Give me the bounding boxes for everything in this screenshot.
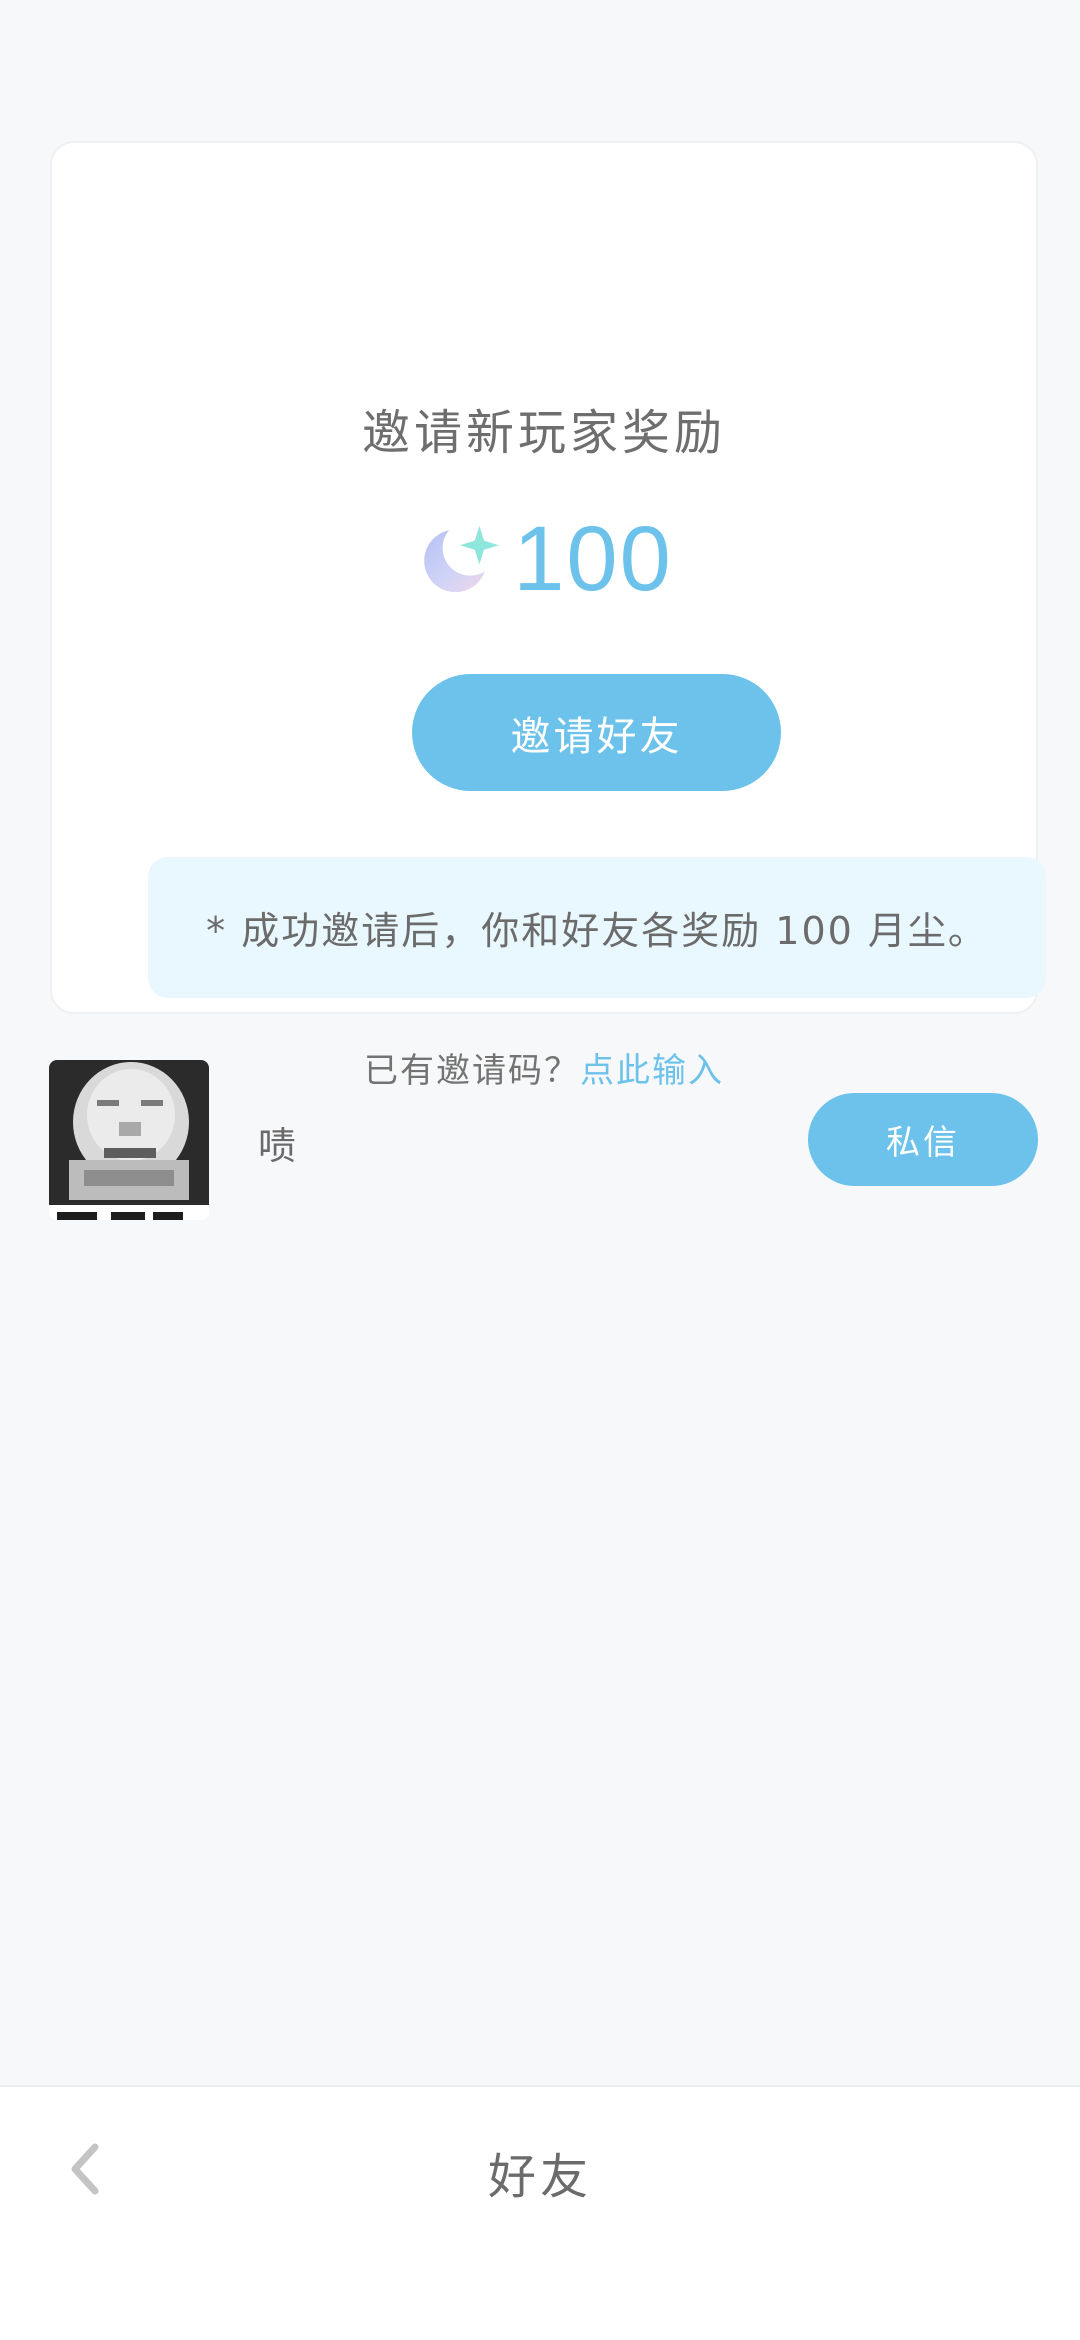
friends-page: 邀请新玩家奖励 100 邀请好友 * 成功邀请后，你和好友各奖励 100 月尘。: [0, 0, 1080, 2340]
reward-amount: 100: [513, 508, 673, 610]
friend-name: 啧: [258, 1124, 297, 1168]
friend-list-item[interactable]: 啧 私信: [0, 1060, 1080, 1220]
invite-reward-title: 邀请新玩家奖励: [361, 405, 726, 461]
reward-row: 100: [52, 513, 1036, 605]
invite-friends-button[interactable]: 邀请好友: [412, 674, 781, 791]
moon-dust-icon: [424, 520, 499, 593]
invite-notice: * 成功邀请后，你和好友各奖励 100 月尘。: [148, 857, 1046, 998]
meme-avatar-image: [49, 1060, 209, 1220]
bottom-navigation-bar: 好友: [0, 2085, 1080, 2340]
invite-reward-card: 邀请新玩家奖励 100 邀请好友 * 成功邀请后，你和好友各奖励 100 月尘。: [50, 141, 1046, 1091]
friend-avatar[interactable]: [49, 1060, 209, 1220]
private-message-button[interactable]: 私信: [808, 1093, 1038, 1186]
page-title: 好友: [487, 2149, 592, 2205]
